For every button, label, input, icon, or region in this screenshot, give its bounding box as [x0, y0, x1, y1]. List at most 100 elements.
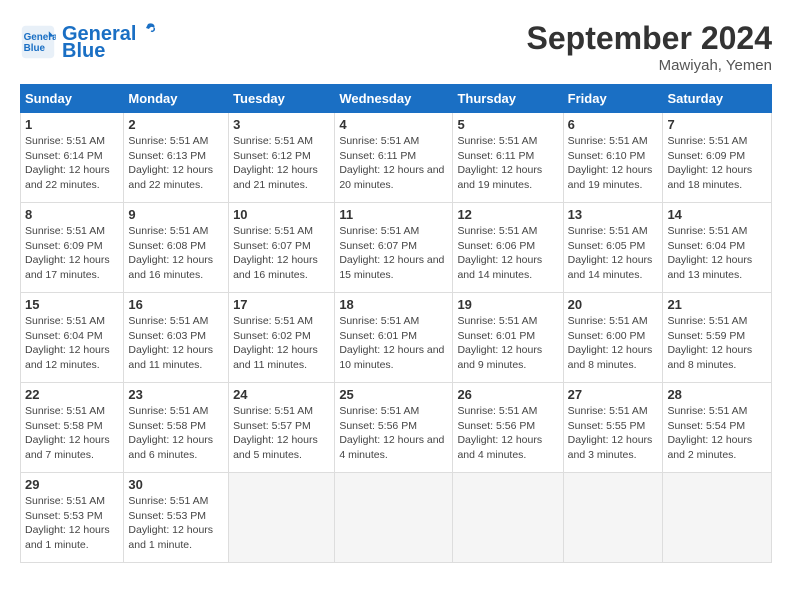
col-header-monday: Monday	[124, 85, 229, 113]
day-number: 1	[25, 117, 119, 132]
title-block: September 2024 Mawiyah, Yemen	[527, 20, 772, 74]
col-header-saturday: Saturday	[663, 85, 772, 113]
day-info: Sunrise: 5:51 AM Sunset: 5:58 PM Dayligh…	[128, 404, 224, 463]
calendar-cell: 4 Sunrise: 5:51 AM Sunset: 6:11 PM Dayli…	[335, 113, 453, 203]
calendar-cell: 14 Sunrise: 5:51 AM Sunset: 6:04 PM Dayl…	[663, 203, 772, 293]
day-number: 3	[233, 117, 330, 132]
calendar-cell: 1 Sunrise: 5:51 AM Sunset: 6:14 PM Dayli…	[21, 113, 124, 203]
month-title: September 2024	[527, 20, 772, 57]
calendar-cell: 24 Sunrise: 5:51 AM Sunset: 5:57 PM Dayl…	[229, 383, 335, 473]
day-info: Sunrise: 5:51 AM Sunset: 6:11 PM Dayligh…	[339, 134, 448, 193]
day-number: 25	[339, 387, 448, 402]
day-number: 27	[568, 387, 659, 402]
day-number: 29	[25, 477, 119, 492]
logo-bird-icon	[138, 20, 158, 40]
day-info: Sunrise: 5:51 AM Sunset: 5:59 PM Dayligh…	[667, 314, 767, 373]
day-number: 24	[233, 387, 330, 402]
day-info: Sunrise: 5:51 AM Sunset: 5:55 PM Dayligh…	[568, 404, 659, 463]
col-header-wednesday: Wednesday	[335, 85, 453, 113]
col-header-thursday: Thursday	[453, 85, 563, 113]
day-number: 6	[568, 117, 659, 132]
calendar-cell	[563, 473, 663, 563]
day-number: 15	[25, 297, 119, 312]
day-info: Sunrise: 5:51 AM Sunset: 6:13 PM Dayligh…	[128, 134, 224, 193]
day-info: Sunrise: 5:51 AM Sunset: 6:01 PM Dayligh…	[457, 314, 558, 373]
day-info: Sunrise: 5:51 AM Sunset: 6:02 PM Dayligh…	[233, 314, 330, 373]
day-number: 7	[667, 117, 767, 132]
day-info: Sunrise: 5:51 AM Sunset: 5:56 PM Dayligh…	[339, 404, 448, 463]
day-info: Sunrise: 5:51 AM Sunset: 6:14 PM Dayligh…	[25, 134, 119, 193]
calendar-cell: 2 Sunrise: 5:51 AM Sunset: 6:13 PM Dayli…	[124, 113, 229, 203]
day-number: 22	[25, 387, 119, 402]
day-number: 20	[568, 297, 659, 312]
col-header-sunday: Sunday	[21, 85, 124, 113]
calendar-table: SundayMondayTuesdayWednesdayThursdayFrid…	[20, 84, 772, 563]
col-header-tuesday: Tuesday	[229, 85, 335, 113]
day-number: 11	[339, 207, 448, 222]
logo: General Blue General Blue	[20, 20, 158, 63]
calendar-cell: 27 Sunrise: 5:51 AM Sunset: 5:55 PM Dayl…	[563, 383, 663, 473]
calendar-cell: 26 Sunrise: 5:51 AM Sunset: 5:56 PM Dayl…	[453, 383, 563, 473]
calendar-cell	[663, 473, 772, 563]
day-info: Sunrise: 5:51 AM Sunset: 6:10 PM Dayligh…	[568, 134, 659, 193]
calendar-week-row: 15 Sunrise: 5:51 AM Sunset: 6:04 PM Dayl…	[21, 293, 772, 383]
day-info: Sunrise: 5:51 AM Sunset: 5:57 PM Dayligh…	[233, 404, 330, 463]
day-number: 12	[457, 207, 558, 222]
day-info: Sunrise: 5:51 AM Sunset: 5:53 PM Dayligh…	[25, 494, 119, 553]
calendar-week-row: 1 Sunrise: 5:51 AM Sunset: 6:14 PM Dayli…	[21, 113, 772, 203]
day-number: 8	[25, 207, 119, 222]
calendar-cell: 21 Sunrise: 5:51 AM Sunset: 5:59 PM Dayl…	[663, 293, 772, 383]
calendar-cell: 23 Sunrise: 5:51 AM Sunset: 5:58 PM Dayl…	[124, 383, 229, 473]
day-number: 4	[339, 117, 448, 132]
calendar-header-row: SundayMondayTuesdayWednesdayThursdayFrid…	[21, 85, 772, 113]
day-info: Sunrise: 5:51 AM Sunset: 6:05 PM Dayligh…	[568, 224, 659, 283]
calendar-week-row: 22 Sunrise: 5:51 AM Sunset: 5:58 PM Dayl…	[21, 383, 772, 473]
day-info: Sunrise: 5:51 AM Sunset: 6:04 PM Dayligh…	[667, 224, 767, 283]
day-info: Sunrise: 5:51 AM Sunset: 6:09 PM Dayligh…	[667, 134, 767, 193]
calendar-cell	[335, 473, 453, 563]
day-number: 26	[457, 387, 558, 402]
day-info: Sunrise: 5:51 AM Sunset: 6:01 PM Dayligh…	[339, 314, 448, 373]
day-info: Sunrise: 5:51 AM Sunset: 5:58 PM Dayligh…	[25, 404, 119, 463]
calendar-cell: 9 Sunrise: 5:51 AM Sunset: 6:08 PM Dayli…	[124, 203, 229, 293]
col-header-friday: Friday	[563, 85, 663, 113]
calendar-cell: 15 Sunrise: 5:51 AM Sunset: 6:04 PM Dayl…	[21, 293, 124, 383]
day-info: Sunrise: 5:51 AM Sunset: 6:09 PM Dayligh…	[25, 224, 119, 283]
day-number: 17	[233, 297, 330, 312]
day-number: 30	[128, 477, 224, 492]
calendar-cell: 25 Sunrise: 5:51 AM Sunset: 5:56 PM Dayl…	[335, 383, 453, 473]
day-info: Sunrise: 5:51 AM Sunset: 5:53 PM Dayligh…	[128, 494, 224, 553]
day-number: 23	[128, 387, 224, 402]
calendar-cell: 5 Sunrise: 5:51 AM Sunset: 6:11 PM Dayli…	[453, 113, 563, 203]
calendar-cell: 18 Sunrise: 5:51 AM Sunset: 6:01 PM Dayl…	[335, 293, 453, 383]
svg-text:Blue: Blue	[24, 43, 46, 54]
calendar-cell: 7 Sunrise: 5:51 AM Sunset: 6:09 PM Dayli…	[663, 113, 772, 203]
day-number: 14	[667, 207, 767, 222]
calendar-cell: 8 Sunrise: 5:51 AM Sunset: 6:09 PM Dayli…	[21, 203, 124, 293]
calendar-cell: 28 Sunrise: 5:51 AM Sunset: 5:54 PM Dayl…	[663, 383, 772, 473]
day-number: 9	[128, 207, 224, 222]
location: Mawiyah, Yemen	[527, 57, 772, 74]
calendar-cell: 6 Sunrise: 5:51 AM Sunset: 6:10 PM Dayli…	[563, 113, 663, 203]
calendar-week-row: 8 Sunrise: 5:51 AM Sunset: 6:09 PM Dayli…	[21, 203, 772, 293]
calendar-cell: 16 Sunrise: 5:51 AM Sunset: 6:03 PM Dayl…	[124, 293, 229, 383]
logo-icon: General Blue	[20, 24, 56, 60]
calendar-cell	[229, 473, 335, 563]
calendar-cell: 10 Sunrise: 5:51 AM Sunset: 6:07 PM Dayl…	[229, 203, 335, 293]
day-info: Sunrise: 5:51 AM Sunset: 6:04 PM Dayligh…	[25, 314, 119, 373]
calendar-week-row: 29 Sunrise: 5:51 AM Sunset: 5:53 PM Dayl…	[21, 473, 772, 563]
day-info: Sunrise: 5:51 AM Sunset: 6:11 PM Dayligh…	[457, 134, 558, 193]
day-number: 28	[667, 387, 767, 402]
calendar-cell: 20 Sunrise: 5:51 AM Sunset: 6:00 PM Dayl…	[563, 293, 663, 383]
calendar-cell	[453, 473, 563, 563]
calendar-cell: 29 Sunrise: 5:51 AM Sunset: 5:53 PM Dayl…	[21, 473, 124, 563]
calendar-cell: 11 Sunrise: 5:51 AM Sunset: 6:07 PM Dayl…	[335, 203, 453, 293]
calendar-cell: 19 Sunrise: 5:51 AM Sunset: 6:01 PM Dayl…	[453, 293, 563, 383]
day-info: Sunrise: 5:51 AM Sunset: 6:07 PM Dayligh…	[233, 224, 330, 283]
day-number: 2	[128, 117, 224, 132]
calendar-cell: 13 Sunrise: 5:51 AM Sunset: 6:05 PM Dayl…	[563, 203, 663, 293]
calendar-cell: 17 Sunrise: 5:51 AM Sunset: 6:02 PM Dayl…	[229, 293, 335, 383]
day-info: Sunrise: 5:51 AM Sunset: 5:56 PM Dayligh…	[457, 404, 558, 463]
calendar-cell: 22 Sunrise: 5:51 AM Sunset: 5:58 PM Dayl…	[21, 383, 124, 473]
day-info: Sunrise: 5:51 AM Sunset: 6:06 PM Dayligh…	[457, 224, 558, 283]
